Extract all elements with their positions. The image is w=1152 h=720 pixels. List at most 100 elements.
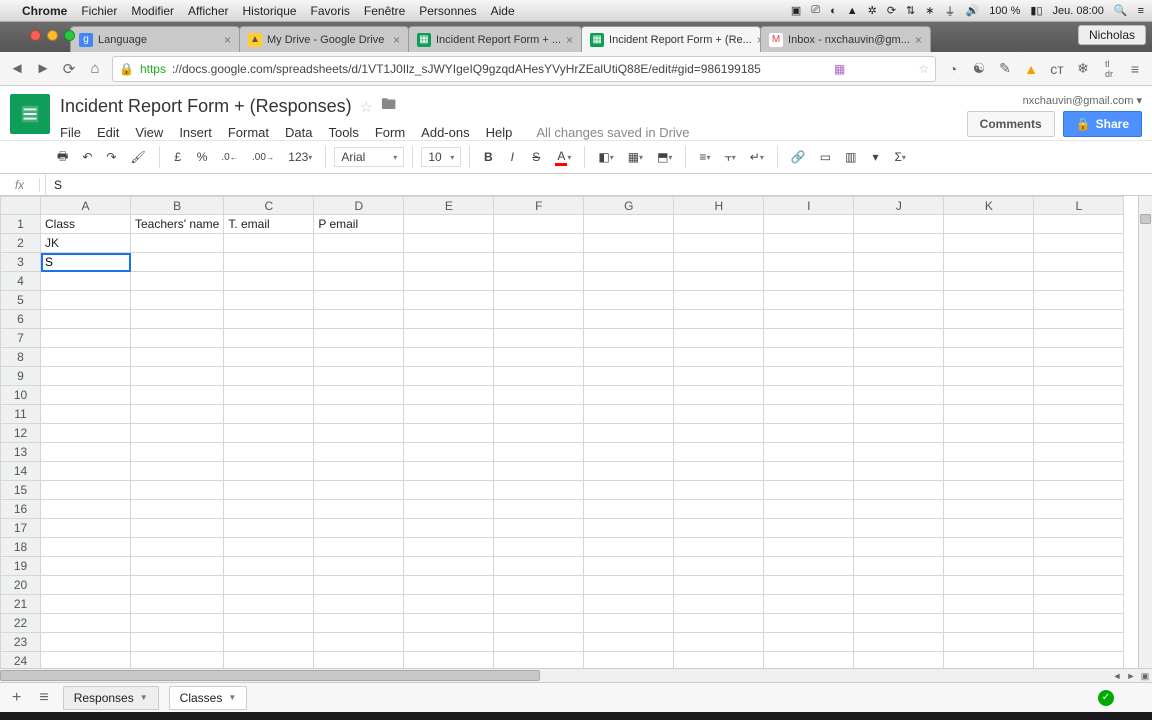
cell[interactable] xyxy=(584,291,674,310)
cell[interactable] xyxy=(854,253,944,272)
cell[interactable] xyxy=(674,424,764,443)
font-size-select[interactable]: 10▾ xyxy=(421,147,461,167)
cell[interactable] xyxy=(584,215,674,234)
close-tab-icon[interactable]: × xyxy=(915,33,922,47)
cell[interactable] xyxy=(131,386,224,405)
undo-icon[interactable]: ↶ xyxy=(77,145,97,169)
cell[interactable] xyxy=(764,234,854,253)
row-header[interactable]: 13 xyxy=(1,443,41,462)
menu-data[interactable]: Data xyxy=(285,125,312,140)
cell[interactable] xyxy=(224,386,314,405)
cell[interactable] xyxy=(584,595,674,614)
profile-button[interactable]: Nicholas xyxy=(1078,25,1146,45)
cell[interactable] xyxy=(584,367,674,386)
cell[interactable] xyxy=(494,310,584,329)
cell[interactable] xyxy=(944,424,1034,443)
menu-form[interactable]: Form xyxy=(375,125,405,140)
address-bar[interactable]: 🔒 https://docs.google.com/spreadsheets/d… xyxy=(112,56,936,82)
comments-button[interactable]: Comments xyxy=(967,111,1055,137)
cell[interactable] xyxy=(494,481,584,500)
cell[interactable]: T. email xyxy=(224,215,314,234)
cell[interactable] xyxy=(41,633,131,652)
cell[interactable] xyxy=(131,424,224,443)
cell[interactable] xyxy=(1034,329,1124,348)
cell[interactable] xyxy=(854,576,944,595)
cell[interactable] xyxy=(944,215,1034,234)
cell[interactable] xyxy=(764,424,854,443)
cell[interactable] xyxy=(1034,291,1124,310)
cell[interactable] xyxy=(944,462,1034,481)
cell[interactable] xyxy=(1034,500,1124,519)
row-header[interactable]: 17 xyxy=(1,519,41,538)
cell[interactable] xyxy=(1034,462,1124,481)
cell[interactable] xyxy=(674,595,764,614)
cell[interactable] xyxy=(1034,633,1124,652)
col-header[interactable]: L xyxy=(1034,197,1124,215)
filter-icon[interactable]: ▾ xyxy=(865,145,885,169)
cell[interactable] xyxy=(494,405,584,424)
row-header[interactable]: 7 xyxy=(1,329,41,348)
cell[interactable] xyxy=(674,215,764,234)
cell[interactable] xyxy=(674,386,764,405)
cell[interactable] xyxy=(224,519,314,538)
cell[interactable] xyxy=(314,443,404,462)
cell[interactable] xyxy=(224,557,314,576)
cell[interactable] xyxy=(584,329,674,348)
cell[interactable] xyxy=(1034,253,1124,272)
cell[interactable] xyxy=(224,595,314,614)
mac-app-name[interactable]: Chrome xyxy=(22,4,67,18)
cell[interactable] xyxy=(41,576,131,595)
row-header[interactable]: 4 xyxy=(1,272,41,291)
cell[interactable] xyxy=(404,481,494,500)
mac-menu-item[interactable]: Historique xyxy=(243,4,297,18)
col-header[interactable]: E xyxy=(404,197,494,215)
spreadsheet-grid[interactable]: ABCDEFGHIJKL1ClassTeachers' nameT. email… xyxy=(0,196,1152,668)
chart-icon[interactable]: ▥ xyxy=(840,145,861,169)
cell[interactable] xyxy=(674,462,764,481)
cell[interactable] xyxy=(674,557,764,576)
cell[interactable] xyxy=(494,633,584,652)
cell-editing[interactable] xyxy=(41,253,131,272)
cell[interactable] xyxy=(764,595,854,614)
cell[interactable] xyxy=(944,614,1034,633)
cell[interactable] xyxy=(404,633,494,652)
row-header[interactable]: 5 xyxy=(1,291,41,310)
cell[interactable] xyxy=(494,595,584,614)
cell[interactable] xyxy=(584,633,674,652)
cell[interactable] xyxy=(314,386,404,405)
sheet-tab-active[interactable]: Classes▼ xyxy=(169,686,248,710)
cell[interactable] xyxy=(41,272,131,291)
cell[interactable] xyxy=(944,329,1034,348)
account-email[interactable]: nxchauvin@gmail.com ▾ xyxy=(967,94,1142,111)
cell[interactable] xyxy=(1034,557,1124,576)
cell[interactable]: Class xyxy=(41,215,131,234)
scroll-left-icon[interactable]: ◄ xyxy=(1110,669,1124,683)
browser-tab[interactable]: ▲ My Drive - Google Drive × xyxy=(239,26,409,52)
status-icon[interactable]: ▣ xyxy=(791,4,801,17)
cell[interactable] xyxy=(131,614,224,633)
cell[interactable] xyxy=(854,348,944,367)
menu-edit[interactable]: Edit xyxy=(97,125,119,140)
cell[interactable] xyxy=(314,614,404,633)
col-header[interactable]: C xyxy=(224,197,314,215)
row-header[interactable]: 3 xyxy=(1,253,41,272)
cell[interactable] xyxy=(1034,386,1124,405)
row-header[interactable]: 14 xyxy=(1,462,41,481)
row-header[interactable]: 6 xyxy=(1,310,41,329)
mac-menu-item[interactable]: Modifier xyxy=(131,4,174,18)
cell[interactable] xyxy=(584,652,674,669)
cell[interactable] xyxy=(131,462,224,481)
cell[interactable] xyxy=(224,443,314,462)
cell[interactable] xyxy=(131,234,224,253)
row-header[interactable]: 1 xyxy=(1,215,41,234)
cell[interactable] xyxy=(41,386,131,405)
merge-button[interactable]: ⬒▾ xyxy=(652,145,677,169)
fill-color-button[interactable]: ◧▾ xyxy=(593,145,618,169)
cell-input[interactable] xyxy=(45,255,126,269)
cell[interactable] xyxy=(674,633,764,652)
cell[interactable] xyxy=(131,557,224,576)
cell[interactable] xyxy=(404,291,494,310)
mac-menu-item[interactable]: Personnes xyxy=(419,4,476,18)
wifi-icon[interactable]: ⏚ xyxy=(944,3,955,19)
cell[interactable] xyxy=(131,405,224,424)
